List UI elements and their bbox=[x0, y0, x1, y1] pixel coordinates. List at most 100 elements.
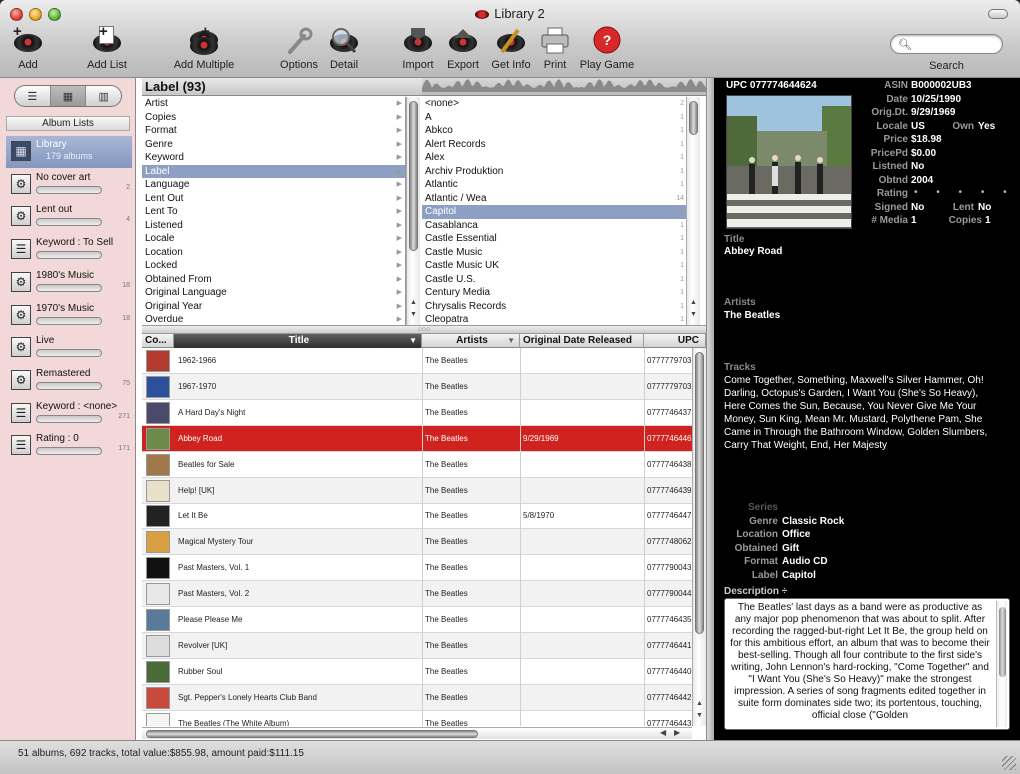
sidebar-item[interactable]: ▦ Library 179 albums bbox=[6, 136, 132, 168]
field-list-item[interactable]: Location ▶ bbox=[142, 246, 405, 260]
scroll-left-arrow[interactable]: ◀ bbox=[660, 728, 666, 737]
field-list-item[interactable]: Lent To ▶ bbox=[142, 205, 405, 219]
add-list-button[interactable]: + Add List bbox=[84, 24, 130, 71]
field-list-item[interactable]: Language ▶ bbox=[142, 178, 405, 192]
field-list-item[interactable]: Copies ▶ bbox=[142, 111, 405, 125]
table-row[interactable]: A Hard Day's Night The Beatles 0777746437 bbox=[142, 399, 692, 426]
table-scrollbar[interactable]: ▲ ▼ bbox=[692, 348, 706, 726]
play-game-button[interactable]: ? Play Game bbox=[578, 26, 636, 71]
scroll-down-arrow[interactable]: ▼ bbox=[690, 311, 697, 318]
sidebar-item[interactable]: ☰ Rating : 0 171 bbox=[6, 430, 132, 462]
horizontal-scroll-thumb[interactable] bbox=[146, 730, 478, 738]
table-row[interactable]: Rubber Soul The Beatles 0777746440 bbox=[142, 658, 692, 685]
value-list-item[interactable]: Atlantic 1 bbox=[422, 178, 686, 192]
table-row[interactable]: 1962-1966 The Beatles 0777779703 bbox=[142, 348, 692, 374]
sidebar-item[interactable]: ⚙ 1970's Music 18 bbox=[6, 300, 132, 332]
column-title[interactable]: Title ▼ bbox=[174, 334, 422, 348]
sidebar-item[interactable]: ⚙ Remastered 75 bbox=[6, 365, 132, 397]
scroll-right-arrow[interactable]: ▶ bbox=[674, 728, 680, 737]
value-list-item[interactable]: Castle Essential 1 bbox=[422, 232, 686, 246]
table-row[interactable]: Help! [UK] The Beatles 0777746439 bbox=[142, 477, 692, 504]
detail-splitter[interactable] bbox=[706, 78, 714, 740]
field-list-item[interactable]: Original Language ▶ bbox=[142, 286, 405, 300]
field-list-item[interactable]: Overdue ▶ bbox=[142, 313, 405, 325]
sidebar-item[interactable]: ⚙ No cover art 2 bbox=[6, 169, 132, 201]
list-view-icon[interactable]: ☰ bbox=[15, 86, 51, 106]
field-list-item[interactable]: Format ▶ bbox=[142, 124, 405, 138]
table-row[interactable]: Beatles for Sale The Beatles 0777746438 bbox=[142, 451, 692, 478]
scroll-thumb[interactable] bbox=[999, 607, 1006, 677]
field-list-scrollbar[interactable]: ▲ ▼ bbox=[406, 97, 420, 325]
column-cover[interactable]: Co... bbox=[142, 334, 174, 348]
get-info-button[interactable]: Get Info bbox=[488, 26, 534, 71]
add-button[interactable]: + Add bbox=[10, 24, 46, 71]
sidebar-item[interactable]: ☰ Keyword : To Sell bbox=[6, 234, 132, 266]
table-row[interactable]: Abbey Road The Beatles 9/29/1969 0777746446 bbox=[142, 425, 692, 452]
value-list-scrollbar[interactable]: ▲ ▼ bbox=[686, 97, 700, 325]
value-list-item[interactable]: Atlantic / Wea 14 bbox=[422, 192, 686, 206]
value-list-item[interactable]: Alert Records 1 bbox=[422, 138, 686, 152]
field-list-item[interactable]: Locale ▶ bbox=[142, 232, 405, 246]
sidebar-item[interactable]: ⚙ 1980's Music 18 bbox=[6, 267, 132, 299]
table-row[interactable]: Let It Be The Beatles 5/8/1970 0777746447 bbox=[142, 503, 692, 530]
field-list-item[interactable]: Lent Out ▶ bbox=[142, 192, 405, 206]
options-button[interactable]: Options bbox=[277, 26, 321, 71]
description-textarea[interactable]: The Beatles' last days as a band were as… bbox=[724, 598, 1010, 730]
search-input[interactable]: 🔍︎ bbox=[890, 34, 1003, 54]
scroll-up-arrow[interactable]: ▲ bbox=[410, 299, 417, 306]
cover-view-icon[interactable]: ▦ bbox=[50, 86, 87, 106]
table-row[interactable]: Please Please Me The Beatles 0777746435 bbox=[142, 607, 692, 633]
print-button[interactable]: Print bbox=[538, 26, 572, 71]
table-row[interactable]: Revolver [UK] The Beatles 0777746441 bbox=[142, 632, 692, 659]
field-list-item[interactable]: Obtained From ▶ bbox=[142, 273, 405, 287]
scroll-down-arrow[interactable]: ▼ bbox=[410, 311, 417, 318]
view-mode-segmented-control[interactable]: ☰ ▦ ▥ bbox=[14, 85, 122, 107]
resize-grip-icon[interactable] bbox=[1002, 756, 1016, 770]
toolbar-toggle-button[interactable] bbox=[988, 9, 1008, 19]
field-list-item[interactable]: Artist ▶ bbox=[142, 97, 405, 111]
value-list-item[interactable]: <none> 2 bbox=[422, 97, 686, 111]
value-list-item[interactable]: Castle U.S. 1 bbox=[422, 273, 686, 287]
column-upc[interactable]: UPC bbox=[644, 334, 706, 348]
description-heading[interactable]: Description ÷ bbox=[724, 586, 787, 597]
value-list-item[interactable]: Capitol 51 bbox=[422, 205, 686, 219]
table-row[interactable]: The Beatles (The White Album) The Beatles… bbox=[142, 710, 692, 726]
value-list-item[interactable]: Century Media 1 bbox=[422, 286, 686, 300]
field-list-item[interactable]: Genre ▶ bbox=[142, 138, 405, 152]
field-list-item[interactable]: Original Year ▶ bbox=[142, 300, 405, 314]
scroll-up-arrow[interactable]: ▲ bbox=[690, 299, 697, 306]
column-date[interactable]: Original Date Released bbox=[520, 334, 644, 348]
scroll-thumb[interactable] bbox=[409, 101, 418, 251]
rating-dots[interactable]: • • • • • bbox=[914, 187, 1015, 198]
value-list-item[interactable]: Cleopatra 1 bbox=[422, 313, 686, 325]
column-artists[interactable]: Artists ▼ bbox=[422, 334, 520, 348]
scroll-down-arrow[interactable]: ▼ bbox=[696, 712, 703, 719]
grid-view-icon[interactable]: ▥ bbox=[86, 86, 121, 106]
value-list-item[interactable]: Castle Music UK 1 bbox=[422, 259, 686, 273]
scroll-thumb[interactable] bbox=[689, 101, 698, 135]
sidebar-item[interactable]: ⚙ Live bbox=[6, 332, 132, 364]
table-row[interactable]: Magical Mystery Tour The Beatles 077774806… bbox=[142, 529, 692, 556]
value-list-item[interactable]: Chrysalis Records 1 bbox=[422, 300, 686, 314]
value-list-item[interactable]: Castle Music 1 bbox=[422, 246, 686, 260]
field-list-item[interactable]: Keyword ▶ bbox=[142, 151, 405, 165]
value-list[interactable]: <none> 2 A 1 Abkco 1 Alert Records 1 Alex 1 Archiv… bbox=[422, 97, 686, 325]
table-row[interactable]: Past Masters, Vol. 1 The Beatles 077779004… bbox=[142, 555, 692, 582]
field-list[interactable]: Artist ▶ Copies ▶ Format ▶ Genre ▶ Keyword ▶ Label… bbox=[142, 97, 406, 325]
value-list-item[interactable]: Archiv Produktion 1 bbox=[422, 165, 686, 179]
field-list-item[interactable]: Listened ▶ bbox=[142, 219, 405, 233]
add-multiple-button[interactable]: + Add Multiple bbox=[169, 24, 239, 71]
value-list-item[interactable]: Abkco 1 bbox=[422, 124, 686, 138]
field-list-item[interactable]: Label ▶ bbox=[142, 164, 405, 178]
value-list-item[interactable]: Alex 1 bbox=[422, 151, 686, 165]
table-row[interactable]: Past Masters, Vol. 2 The Beatles 077779004… bbox=[142, 581, 692, 608]
pane-splitter[interactable]: ○○○ bbox=[142, 325, 706, 334]
export-button[interactable]: Export bbox=[443, 26, 483, 71]
table-row[interactable]: Sgt. Pepper's Lonely Hearts Club Band The… bbox=[142, 684, 692, 711]
scroll-up-arrow[interactable]: ▲ bbox=[696, 700, 703, 707]
sidebar-item[interactable]: ⚙ Lent out 4 bbox=[6, 201, 132, 233]
import-button[interactable]: Import bbox=[398, 26, 438, 71]
detail-button[interactable]: Detail bbox=[326, 26, 362, 71]
table-row[interactable]: 1967-1970 The Beatles 0777779703 bbox=[142, 373, 692, 400]
value-list-item[interactable]: Casablanca 1 bbox=[422, 219, 686, 233]
